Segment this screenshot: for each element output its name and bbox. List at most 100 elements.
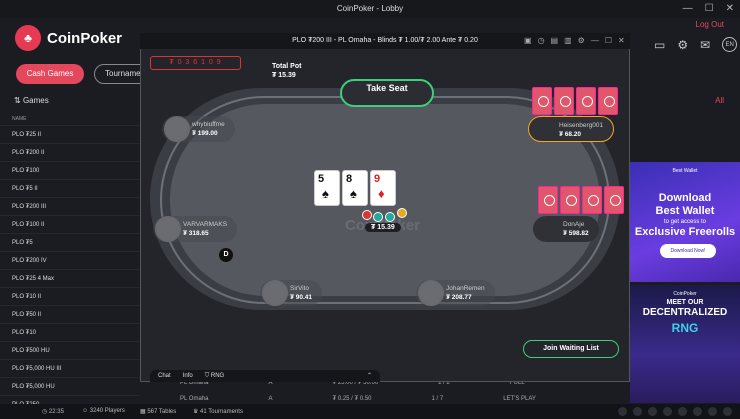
- brand-name: CoinPoker: [47, 29, 123, 47]
- player-info: DonAje ₮ 598.82: [533, 216, 599, 242]
- pot-amount: ₮ 15.39: [365, 223, 401, 232]
- lets-play-button[interactable]: LET'S PLAY: [503, 396, 536, 402]
- tournament-count: ♛ 41 Tournaments: [193, 408, 243, 415]
- stakes: ₮ 0.25 / ₮ 0.50: [332, 396, 372, 402]
- player-stack: ₮ 598.82: [563, 230, 589, 237]
- minimize-icon[interactable]: —: [591, 36, 599, 45]
- notes-icon[interactable]: ▤: [551, 36, 559, 45]
- tab-cash-games[interactable]: Cash Games: [16, 64, 84, 84]
- table-row[interactable]: PL Omaha A ₮ 0.25 / ₮ 0.50 1 / 7 LET'S P…: [180, 396, 536, 402]
- games-filter[interactable]: ⇅ Games: [14, 96, 49, 105]
- total-pot: Total Pot ₮ 15.39: [272, 62, 301, 80]
- table-row[interactable]: PLO ₮5,000 HU: [0, 378, 140, 396]
- layout-icon[interactable]: ▣: [524, 36, 532, 45]
- tab-chat[interactable]: Chat: [158, 370, 171, 382]
- card-suit: ♦: [378, 186, 385, 201]
- rng-ad[interactable]: CoinPoker MEET OUR DECENTRALIZED RNG: [630, 285, 740, 403]
- social-links: [618, 407, 732, 416]
- wallet-icon[interactable]: ▭: [654, 38, 665, 52]
- youtube-icon[interactable]: [693, 407, 702, 416]
- hand-id-counter: ₮ 0 3 6 1 0 9: [150, 56, 241, 70]
- table-count: ▦ 567 Tables: [140, 408, 176, 415]
- ad-line4: Exclusive Freerolls: [634, 226, 736, 238]
- lobby-table-list: NAME PLO ₮25 II PLO ₮200 II PLO ₮100 PLO…: [0, 112, 140, 414]
- close-icon[interactable]: ✕: [618, 36, 625, 45]
- player-seat[interactable]: Heisenberg001 ₮ 68.20: [528, 116, 615, 142]
- column-header-name[interactable]: NAME: [0, 112, 140, 126]
- ad-line1: Download: [658, 192, 712, 204]
- player-count: 1 / 7: [431, 396, 444, 402]
- card-rank: 9: [374, 173, 381, 185]
- stats-icon[interactable]: ▥: [564, 36, 572, 45]
- tab-info[interactable]: Info: [183, 370, 193, 382]
- clock: ◷ 22:35: [42, 408, 64, 415]
- player-info: Heisenberg001 ₮ 68.20: [528, 116, 615, 142]
- discord-icon[interactable]: [648, 407, 657, 416]
- filter-icon: ⇅: [14, 96, 23, 105]
- table-row[interactable]: PLO ₮10: [0, 324, 140, 342]
- collapse-chevron-icon[interactable]: ⌃: [367, 370, 380, 382]
- table-row[interactable]: PLO ₮25 4 Max: [0, 270, 140, 288]
- mail-icon[interactable]: ✉: [700, 38, 710, 52]
- twitch-icon[interactable]: [708, 407, 717, 416]
- card-back: [532, 87, 552, 115]
- language-selector[interactable]: EN: [722, 37, 738, 52]
- maximize-icon[interactable]: ☐: [705, 3, 714, 15]
- table-row[interactable]: PLO ₮5,000 HU III: [0, 360, 140, 378]
- chip-icon: [373, 212, 383, 222]
- close-icon[interactable]: ✕: [726, 3, 734, 15]
- tournament-count-value: 41 Tournaments: [200, 409, 243, 415]
- telegram-icon[interactable]: [633, 407, 642, 416]
- table-row[interactable]: PLO ₮50 II: [0, 306, 140, 324]
- table-marker: A: [268, 396, 273, 402]
- history-icon[interactable]: ◷: [538, 36, 545, 45]
- facebook-icon[interactable]: [678, 407, 687, 416]
- minimize-icon[interactable]: —: [683, 3, 693, 15]
- ad-line2: DECENTRALIZED: [642, 307, 728, 318]
- table-row[interactable]: PLO ₮200 II: [0, 144, 140, 162]
- ad-brand: Best Wallet: [672, 168, 698, 174]
- table-row[interactable]: PLO ₮25 II: [0, 126, 140, 144]
- table-row[interactable]: PLO ₮200 III: [0, 198, 140, 216]
- player-info: SirVito ₮ 90.41: [260, 280, 323, 306]
- instagram-icon[interactable]: [663, 407, 672, 416]
- window-title: CoinPoker - Lobby: [336, 4, 404, 13]
- best-wallet-ad[interactable]: Best Wallet Download Best Wallet to get …: [630, 162, 740, 282]
- player-stack: ₮ 199.00: [192, 130, 218, 137]
- x-icon[interactable]: [618, 407, 627, 416]
- maximize-icon[interactable]: ☐: [605, 36, 612, 45]
- player-seat[interactable]: VARVARMAKS ₮ 318.65: [153, 216, 238, 242]
- take-seat-button[interactable]: Take Seat: [340, 79, 434, 107]
- player-seat[interactable]: whybluffme ₮ 199.00: [162, 116, 235, 142]
- player-seat[interactable]: SirVito ₮ 90.41: [260, 280, 323, 306]
- card-rank: 8: [346, 173, 353, 185]
- board-card: 8 ♠: [342, 170, 368, 206]
- table-row[interactable]: PLO ₮500 HU: [0, 342, 140, 360]
- player-seat[interactable]: JohanRemen ₮ 208.77: [416, 280, 495, 306]
- brand-logo[interactable]: ♣ CoinPoker: [15, 25, 122, 51]
- table-row[interactable]: PLO ₮100 II: [0, 216, 140, 234]
- table-row[interactable]: PLO ₮5 II: [0, 180, 140, 198]
- join-waiting-list-button[interactable]: Join Waiting List: [523, 340, 619, 358]
- table-row[interactable]: PLO ₮100: [0, 162, 140, 180]
- table-row[interactable]: PLO ₮5: [0, 234, 140, 252]
- player-stack: ₮ 208.77: [446, 294, 472, 301]
- tab-rng[interactable]: ⛉ RNG: [205, 370, 225, 382]
- lobby-rows-background: PL Omaha A ₮ 25.00 / ₮ 50.00 2 / 2 FULL …: [140, 380, 630, 404]
- table-row[interactable]: PLO ₮10 II: [0, 288, 140, 306]
- player-stack: ₮ 68.20: [559, 131, 582, 138]
- settings-gear-icon[interactable]: ⚙: [677, 38, 688, 52]
- player-name: SirVito: [290, 285, 310, 292]
- game-type: PL Omaha: [180, 396, 209, 402]
- logout-link[interactable]: Log Out: [696, 20, 724, 29]
- ad-line3: RNG: [671, 321, 699, 335]
- player-name: JohanRemen: [446, 285, 485, 292]
- game-bottom-tabs: Chat Info ⛉ RNG ⌃: [150, 370, 380, 382]
- table-row[interactable]: PLO ₮200 IV: [0, 252, 140, 270]
- all-filter-link[interactable]: All: [715, 96, 724, 105]
- player-count-value: 3240 Players: [89, 408, 125, 414]
- player-seat[interactable]: DonAje ₮ 598.82: [533, 216, 599, 242]
- download-now-button[interactable]: Download Now!: [660, 244, 716, 258]
- settings-icon[interactable]: ⚙: [578, 36, 585, 45]
- tiktok-icon[interactable]: [723, 407, 732, 416]
